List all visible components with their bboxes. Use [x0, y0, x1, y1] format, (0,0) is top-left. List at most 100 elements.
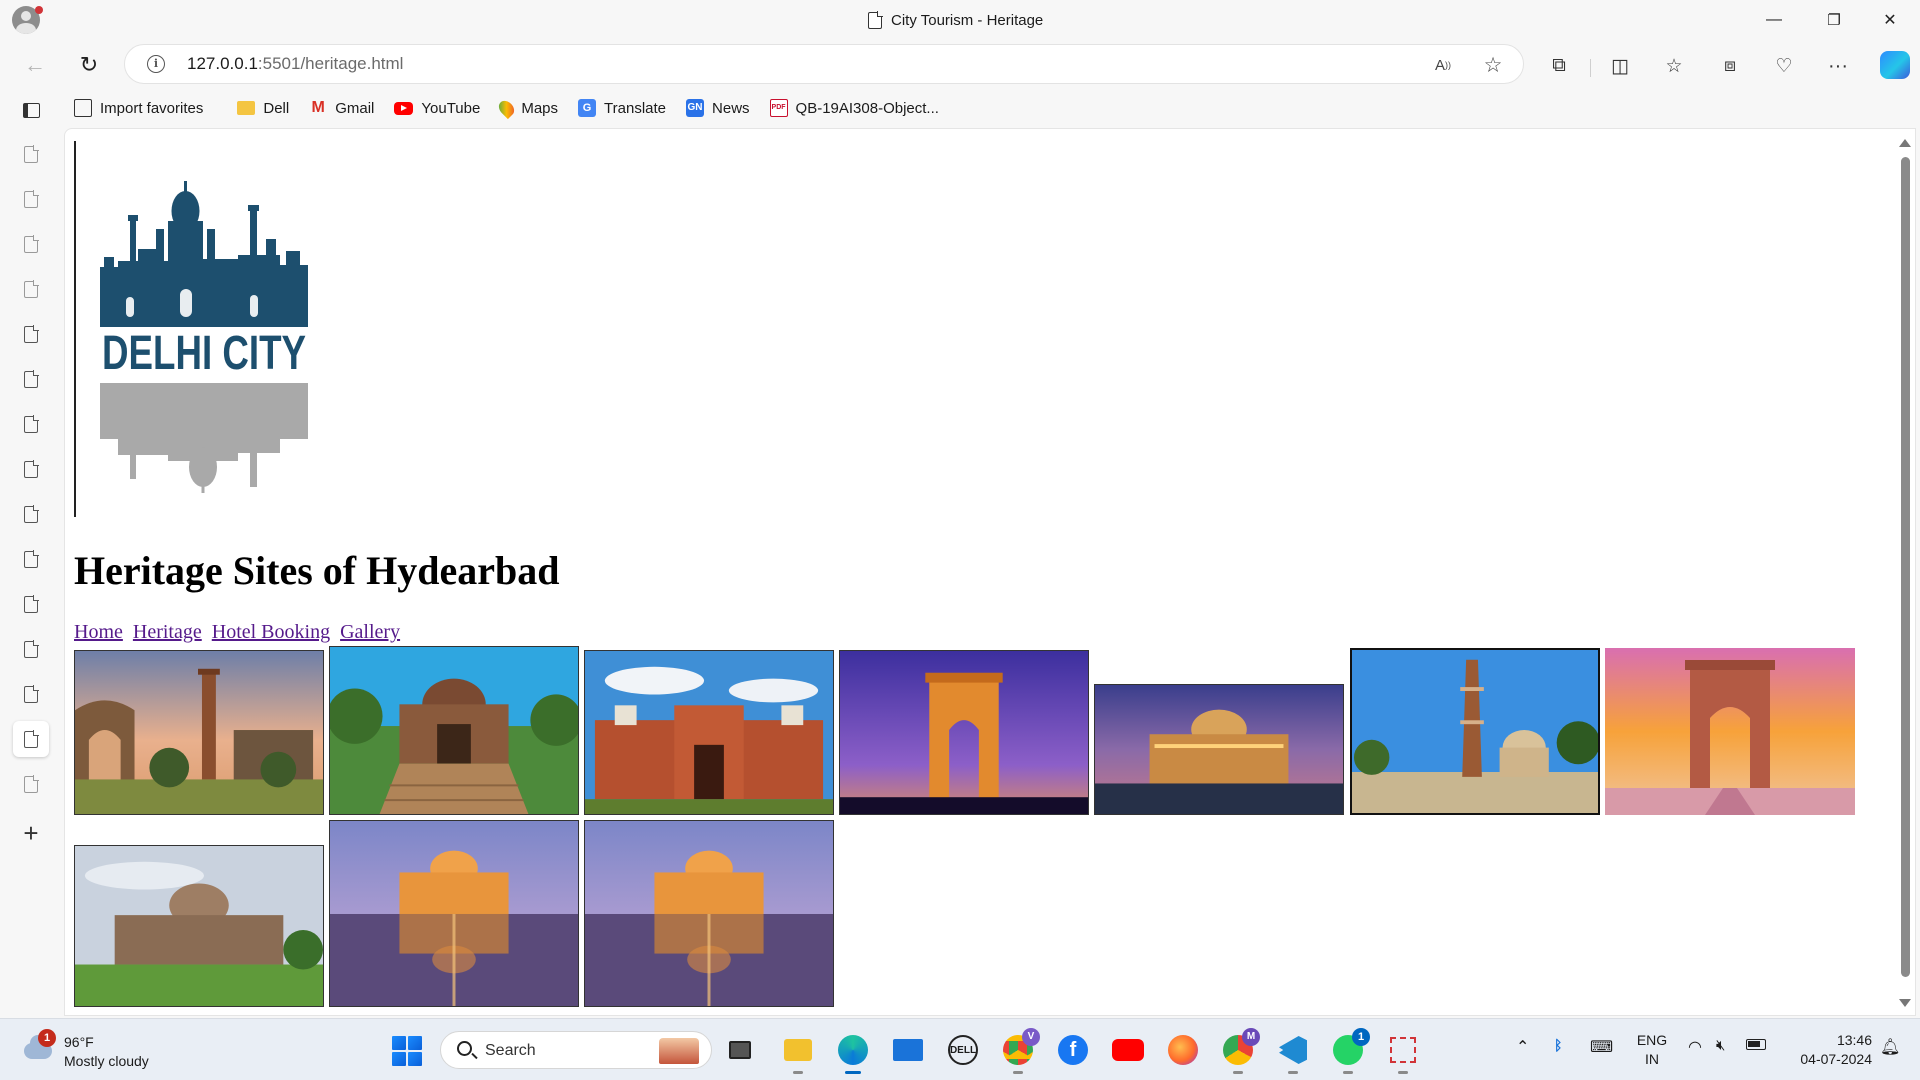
sidebar-tab-9[interactable]: [13, 496, 49, 532]
scroll-down-arrow-icon[interactable]: [1899, 999, 1911, 1007]
sidebar-tab-6[interactable]: [13, 361, 49, 397]
more-options-icon[interactable]: ···: [1824, 52, 1852, 80]
browser-essentials-icon[interactable]: ♡: [1770, 52, 1798, 80]
restore-button[interactable]: ❐: [1806, 0, 1862, 40]
firefox-icon[interactable]: [1165, 1032, 1201, 1068]
youtube-icon: [394, 101, 414, 115]
refresh-icon[interactable]: ↻: [72, 48, 106, 82]
import-icon: [74, 99, 92, 117]
sidebar-tab-5[interactable]: [13, 316, 49, 352]
gallery-image-red-fort[interactable]: [584, 650, 834, 815]
fav-import-favorites[interactable]: Import favorites: [64, 92, 213, 124]
sidebar-tab-7[interactable]: [13, 406, 49, 442]
nav-link-gallery[interactable]: Gallery: [340, 621, 400, 643]
keyboard-icon[interactable]: ⌨: [1590, 1037, 1613, 1057]
vscode-icon[interactable]: [1275, 1032, 1311, 1074]
gallery-image-akshardham-reflection[interactable]: [329, 820, 579, 1007]
whatsapp-icon[interactable]: 1: [1330, 1028, 1370, 1074]
favorites-bar: Import favorites Dell M Gmail YouTube Map…: [64, 92, 949, 124]
gallery-image-lodhi-garden-tomb[interactable]: [329, 646, 579, 815]
page-scrollbar[interactable]: [1895, 129, 1915, 1015]
nav-link-heritage[interactable]: Heritage: [133, 621, 202, 643]
speaker-muted-icon[interactable]: 🔇︎: [1716, 1037, 1725, 1054]
sidebar-tab-13[interactable]: [13, 676, 49, 712]
fav-pdf-document[interactable]: PDF QB-19AI308-Object...: [760, 92, 949, 124]
gallery-image-akshardham-reflection-2[interactable]: [584, 820, 834, 1007]
battery-icon[interactable]: [1746, 1037, 1766, 1053]
back-arrow-icon[interactable]: ←: [18, 48, 52, 82]
weather-widget[interactable]: 1 96°F Mostly cloudy: [20, 1029, 170, 1071]
copilot-icon[interactable]: [1880, 51, 1910, 79]
gallery-image-akshardham-evening[interactable]: [1094, 684, 1344, 815]
mail-icon[interactable]: [890, 1032, 926, 1068]
extensions-icon[interactable]: ⧉: [1545, 52, 1573, 80]
bluetooth-icon[interactable]: ᛒ: [1554, 1037, 1562, 1053]
page-icon: [24, 369, 39, 388]
language-indicator[interactable]: ENG IN: [1632, 1031, 1672, 1069]
qutub-complex-image: [75, 651, 323, 814]
chrome-profile-v-icon[interactable]: V: [1000, 1028, 1040, 1074]
collections-icon[interactable]: ⧈: [1716, 52, 1744, 80]
fav-label: Translate: [604, 99, 667, 117]
sidebar-tab-4[interactable]: [13, 271, 49, 307]
clock-date: 04-07-2024: [1800, 1051, 1872, 1067]
taskbar-search-box[interactable]: Search: [440, 1031, 712, 1069]
fav-news[interactable]: GN News: [676, 92, 760, 124]
dell-app-icon[interactable]: DELL: [945, 1032, 981, 1068]
gallery-image-akshardham-day[interactable]: [74, 845, 324, 1007]
start-button-windows-icon[interactable]: [392, 1036, 422, 1066]
fav-label: Dell: [263, 99, 290, 117]
chrome-profile-m-icon[interactable]: M: [1220, 1028, 1260, 1074]
youtube-app-icon[interactable]: [1110, 1032, 1146, 1068]
scroll-up-arrow-icon[interactable]: [1899, 139, 1911, 147]
sidebar-tab-15[interactable]: [13, 766, 49, 802]
url-text[interactable]: 127.0.0.1:5501/heritage.html: [187, 54, 403, 74]
sidebar-tab-active[interactable]: [13, 721, 49, 757]
task-view-icon[interactable]: [722, 1032, 758, 1068]
fav-gmail[interactable]: M Gmail: [299, 92, 384, 124]
nav-link-hotel-booking[interactable]: Hotel Booking: [212, 621, 330, 643]
sidebar-tab-8[interactable]: [13, 451, 49, 487]
gallery-image-qutub-minar[interactable]: [1350, 648, 1600, 815]
window-title-text: City Tourism - Heritage: [891, 11, 1044, 29]
gallery-image-qutub-complex-ruins[interactable]: [74, 650, 324, 815]
show-hidden-icons-chevron-icon[interactable]: ⌃: [1516, 1037, 1529, 1057]
fav-dell[interactable]: Dell: [227, 92, 299, 124]
scrollbar-thumb[interactable]: [1901, 157, 1910, 977]
new-tab-button[interactable]: +: [13, 815, 49, 851]
gallery-image-india-gate-sunset[interactable]: [1605, 648, 1855, 815]
logo-container: DELHI CITY: [74, 141, 314, 517]
split-screen-icon[interactable]: ◫: [1606, 52, 1634, 80]
fav-maps[interactable]: Maps: [490, 92, 568, 124]
close-button[interactable]: ✕: [1862, 0, 1918, 40]
nav-link-home[interactable]: Home: [74, 621, 123, 643]
sidebar-tab-1[interactable]: [13, 136, 49, 172]
favorites-list-icon[interactable]: ☆: [1660, 52, 1688, 80]
tab-actions-icon[interactable]: [13, 92, 49, 128]
read-aloud-icon[interactable]: A)): [1431, 53, 1455, 77]
india-gate-night-image: [840, 651, 1088, 814]
sidebar-tab-12[interactable]: [13, 631, 49, 667]
wifi-icon[interactable]: ◠: [1688, 1037, 1702, 1057]
lodhi-tomb-image: [330, 647, 578, 814]
sidebar-tab-3[interactable]: [13, 226, 49, 262]
fav-youtube[interactable]: YouTube: [384, 92, 490, 124]
gallery-image-india-gate-night[interactable]: [839, 650, 1089, 815]
region-code: IN: [1645, 1051, 1659, 1067]
site-navigation: Home Heritage Hotel Booking Gallery: [74, 621, 405, 644]
sidebar-tab-10[interactable]: [13, 541, 49, 577]
file-explorer-icon[interactable]: [780, 1032, 816, 1074]
site-info-icon[interactable]: i: [147, 55, 165, 73]
facebook-icon[interactable]: f: [1055, 1032, 1091, 1068]
edge-browser-icon[interactable]: [835, 1032, 871, 1074]
fav-translate[interactable]: G Translate: [568, 92, 676, 124]
notification-bell-icon[interactable]: 🔔︎: [1880, 1037, 1900, 1057]
sidebar-tab-11[interactable]: [13, 586, 49, 622]
favorite-star-icon[interactable]: ☆: [1481, 53, 1505, 77]
snipping-tool-icon[interactable]: [1385, 1032, 1421, 1074]
fav-label: YouTube: [421, 99, 481, 117]
sidebar-tab-2[interactable]: [13, 181, 49, 217]
address-bar[interactable]: i 127.0.0.1:5501/heritage.html A)) ☆: [124, 44, 1524, 84]
system-clock[interactable]: 13:46 04-07-2024: [1776, 1031, 1872, 1069]
minimize-button[interactable]: —: [1746, 0, 1802, 40]
